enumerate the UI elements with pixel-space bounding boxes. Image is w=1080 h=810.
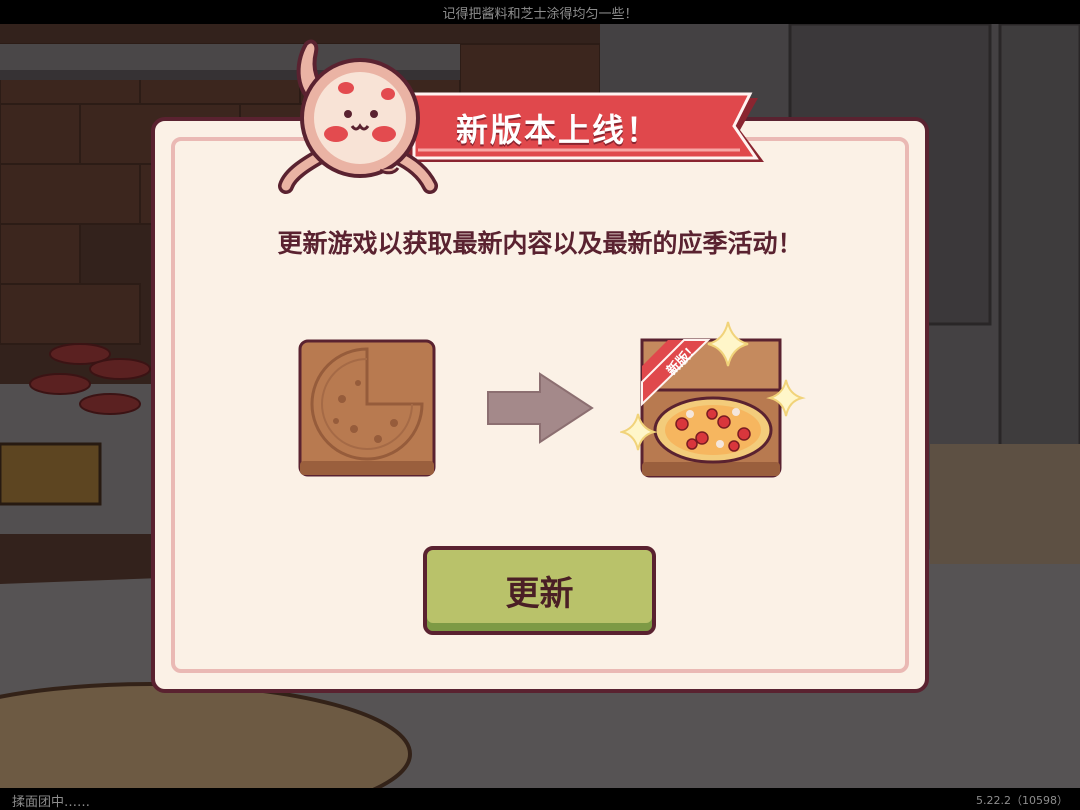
hint-text: 记得把酱料和芝士涂得均匀一些！	[442, 6, 638, 22]
pizza-mascot-icon	[278, 39, 438, 194]
top-hint-bar: 记得把酱料和芝士涂得均匀一些！	[0, 0, 1080, 24]
version-label: 5.22.2（10598）	[976, 794, 1068, 807]
pizza-box-new-icon: 新版！	[620, 321, 806, 478]
empty-pizza-box-icon	[298, 339, 436, 477]
loading-status: 揉面团中……	[12, 795, 91, 810]
dialog-title: 新版本上线！	[455, 111, 660, 149]
update-message: 更新游戏以获取最新内容以及最新的应季活动！	[277, 229, 803, 258]
update-button[interactable]: 更新	[423, 546, 656, 635]
right-arrow-icon	[487, 372, 594, 444]
bottom-status-bar: 揉面团中…… 5.22.2（10598）	[0, 788, 1080, 810]
